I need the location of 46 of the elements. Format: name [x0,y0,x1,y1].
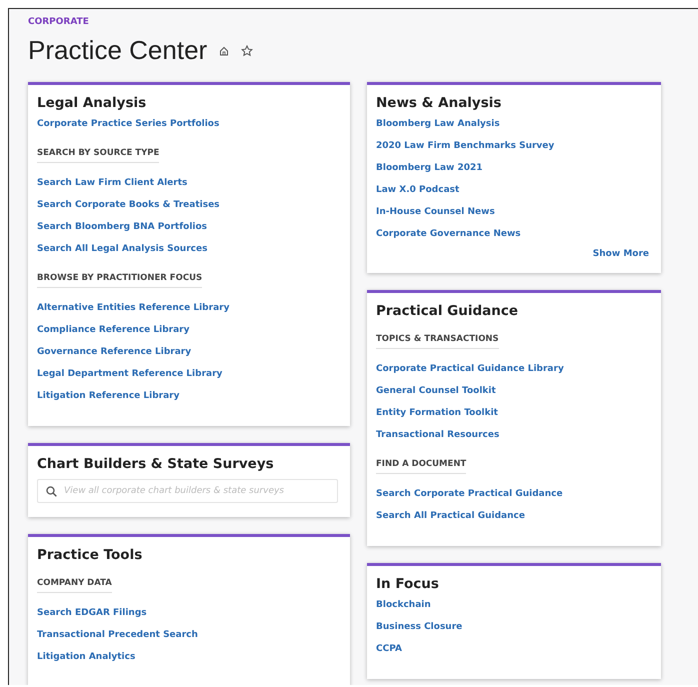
section-heading: COMPANY DATA [37,578,112,593]
link[interactable]: Search EDGAR Filings [37,607,338,620]
card-title: In Focus [376,576,440,592]
link[interactable]: Corporate Practical Guidance Library [376,363,649,376]
link[interactable]: Search Law Firm Client Alerts [37,177,338,190]
link[interactable]: Legal Department Reference Library [37,368,338,381]
section-heading: TOPICS & TRANSACTIONS [376,334,499,349]
link[interactable]: Search Corporate Books & Treatises [37,199,338,212]
home-icon[interactable] [219,46,230,56]
card-title: Practice Tools [37,547,144,563]
link[interactable]: General Counsel Toolkit [376,385,649,398]
link[interactable]: Transactional Precedent Search [37,629,338,642]
section-heading: BROWSE BY PRACTITIONER FOCUS [37,273,202,288]
link[interactable]: Corporate Governance News [376,228,649,241]
link[interactable]: Litigation Analytics [37,651,338,664]
page-title: Practice Center [28,35,208,66]
link[interactable]: Governance Reference Library [37,346,338,359]
link[interactable]: In-House Counsel News [376,206,649,219]
breadcrumb[interactable]: CORPORATE [28,9,698,27]
card-title: News & Analysis [376,95,502,111]
card-title: Legal Analysis [37,95,148,111]
link[interactable]: Search All Legal Analysis Sources [37,243,338,256]
search-field[interactable]: View all corporate chart builders & state surveys [37,479,338,503]
link[interactable]: Search Bloomberg BNA Portfolios [37,221,338,234]
card-title: Practical Guidance [376,303,520,319]
link[interactable]: Blockchain [376,599,649,612]
link[interactable]: Bloomberg Law 2021 [376,162,649,175]
link[interactable]: Search All Practical Guidance [376,510,649,523]
link[interactable]: Corporate Practice Series Portfolios [37,118,338,131]
link[interactable]: Compliance Reference Library [37,324,338,337]
section-heading: FIND A DOCUMENT [376,459,466,474]
link[interactable]: Business Closure [376,621,649,634]
link[interactable]: Litigation Reference Library [37,390,338,403]
show-more-link[interactable]: Show More [376,249,649,259]
link[interactable]: Entity Formation Toolkit [376,407,649,420]
search-icon [46,486,57,497]
link[interactable]: Search Corporate Practical Guidance [376,488,649,501]
link[interactable]: CCPA [376,643,649,656]
link[interactable]: Bloomberg Law Analysis [376,118,649,131]
link[interactable]: Alternative Entities Reference Library [37,302,338,315]
section-heading: SEARCH BY SOURCE TYPE [37,148,160,163]
star-icon[interactable] [241,44,254,56]
link[interactable]: Transactional Resources [376,429,649,442]
link[interactable]: 2020 Law Firm Benchmarks Survey [376,140,649,153]
link[interactable]: Law X.0 Podcast [376,184,649,197]
card-title: Chart Builders & State Surveys [37,456,275,472]
